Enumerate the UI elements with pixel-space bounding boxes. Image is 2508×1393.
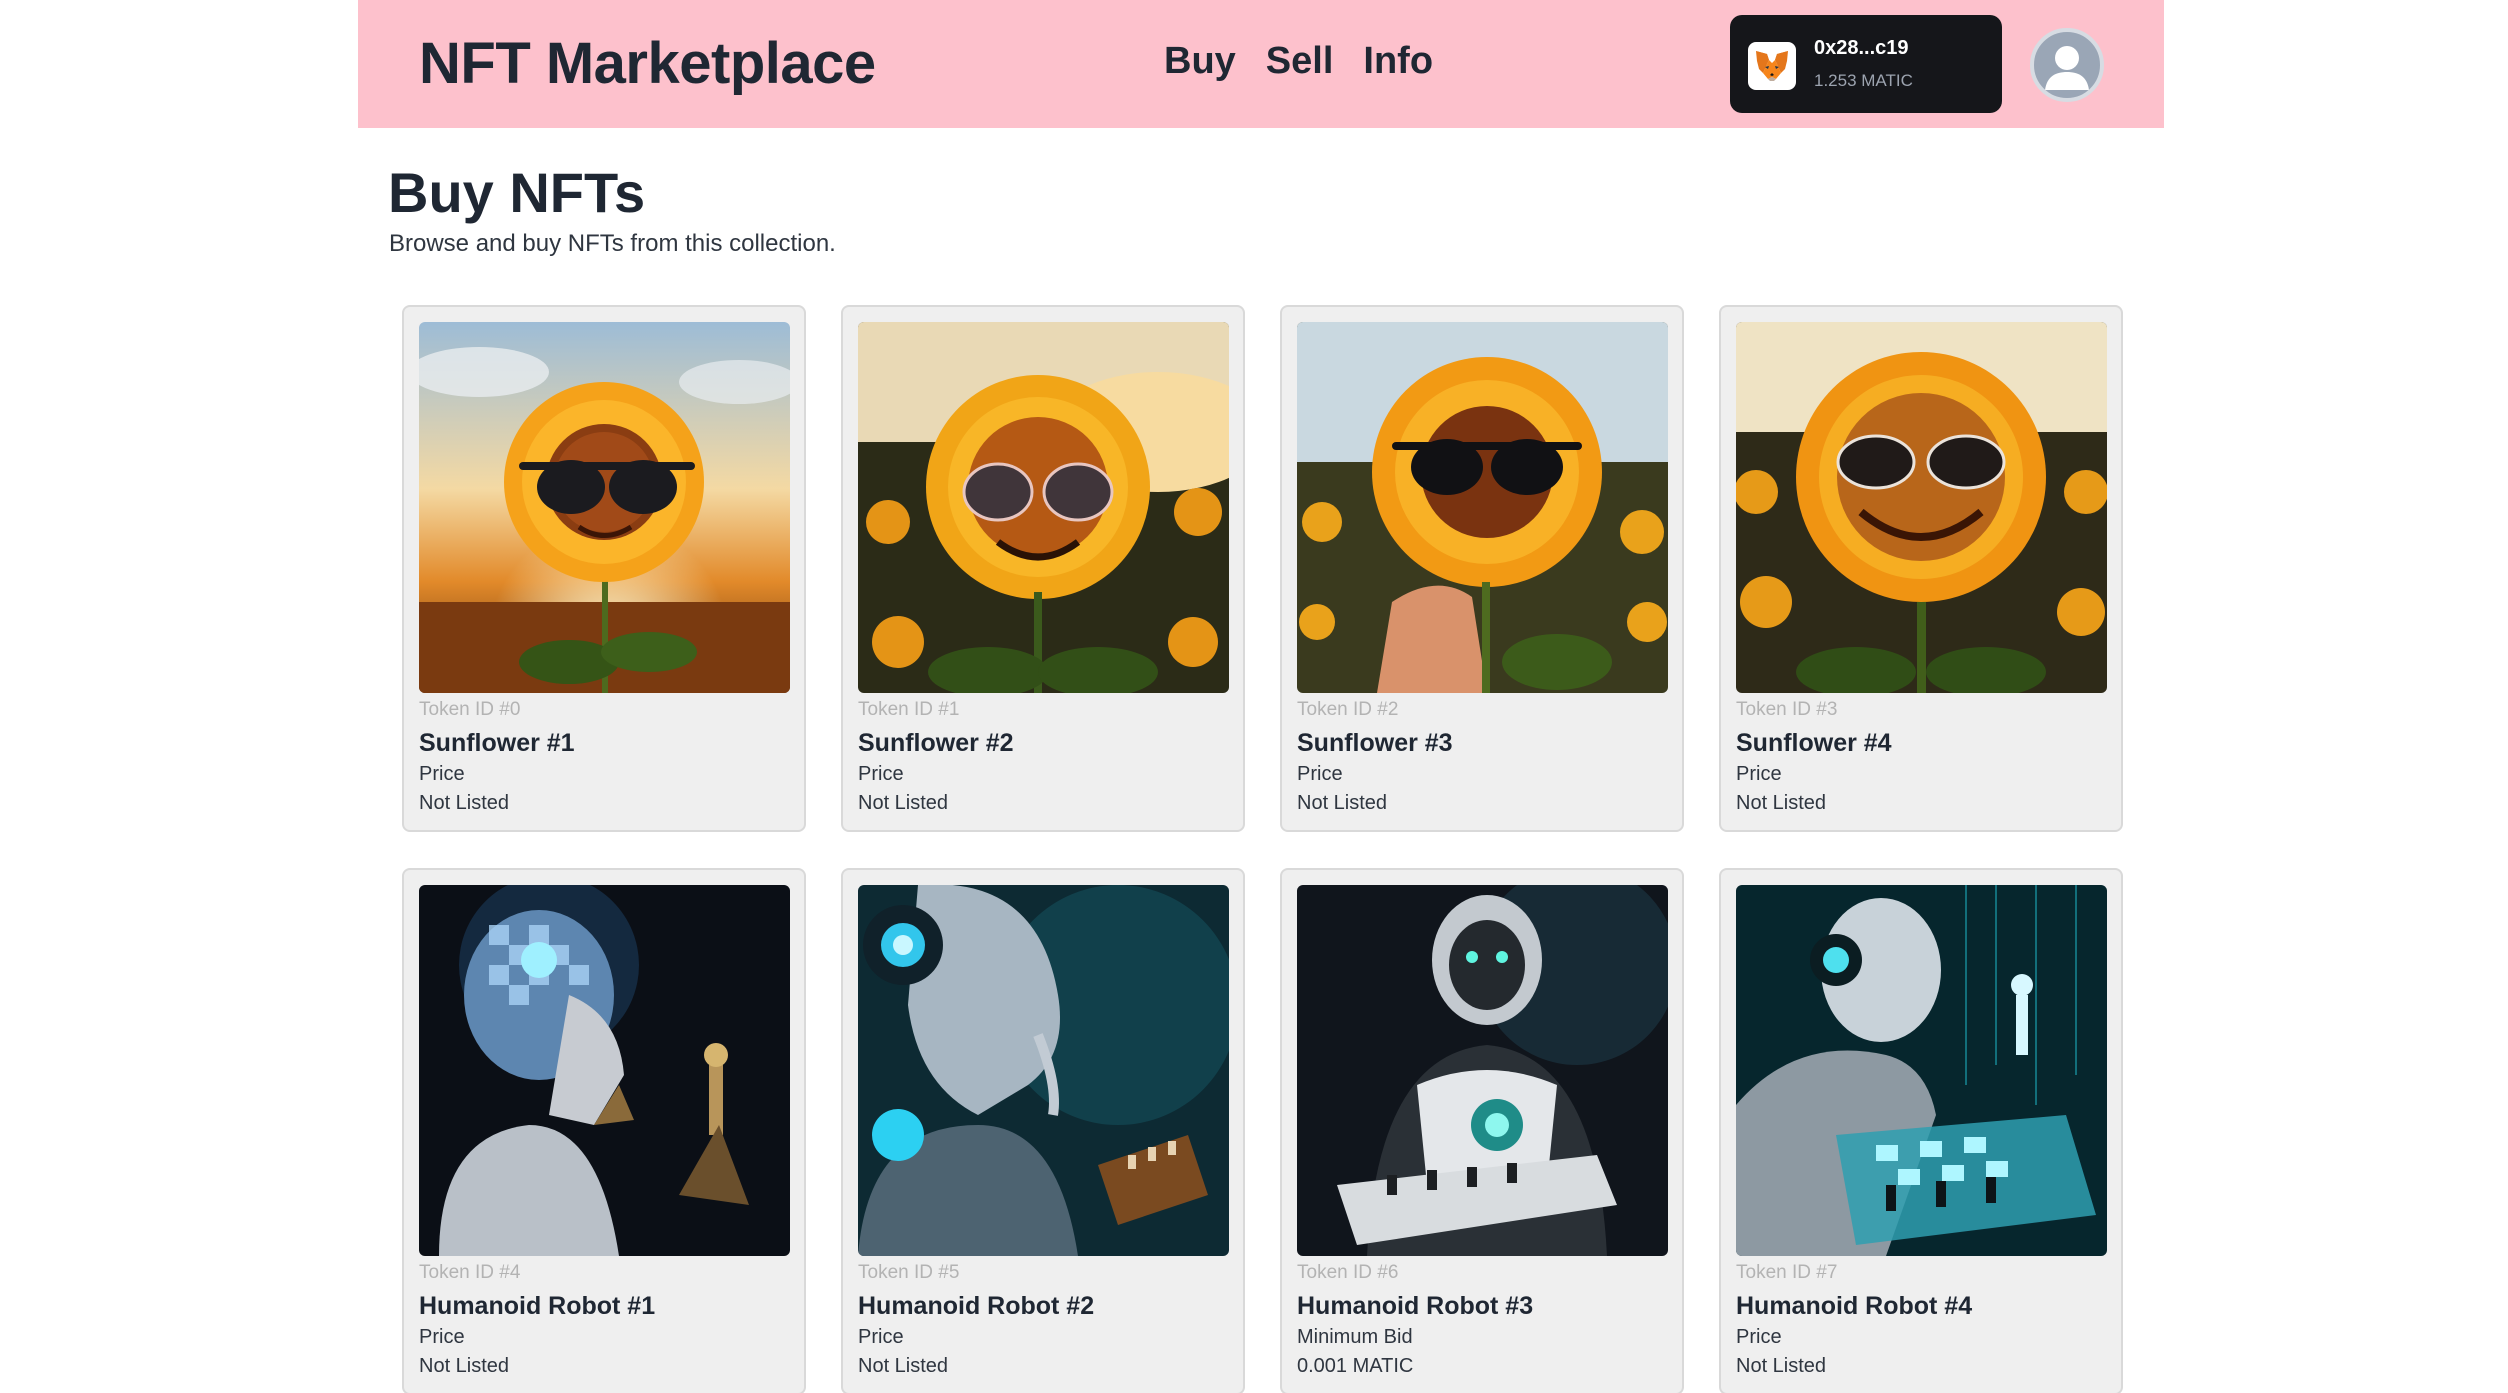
price-value: Not Listed (419, 1355, 510, 1377)
nav-sell-link[interactable]: Sell (1266, 40, 1334, 83)
page-subtitle: Browse and buy NFTs from this collection… (389, 230, 836, 257)
nft-card[interactable]: Token ID #2 Sunflower #3 Price Not Liste… (1280, 305, 1684, 832)
nft-name: Humanoid Robot #4 (1736, 1292, 1973, 1320)
token-id: Token ID #7 (1736, 1262, 1838, 1283)
token-id: Token ID #1 (858, 699, 960, 720)
nft-name: Humanoid Robot #1 (419, 1292, 656, 1320)
wallet-connect-button[interactable]: 0x28...c19 1.253 MATIC (1730, 15, 2002, 113)
nft-image-robot[interactable] (858, 885, 1229, 1256)
price-label: Price (419, 763, 465, 785)
nft-card[interactable]: Token ID #1 Sunflower #2 Price Not Liste… (841, 305, 1245, 832)
nft-name: Sunflower #2 (858, 729, 1014, 757)
price-label: Minimum Bid (1297, 1326, 1413, 1348)
nft-card[interactable]: Token ID #4 Humanoid Robot #1 Price Not … (402, 868, 806, 1393)
wallet-address: 0x28...c19 (1814, 37, 1909, 59)
main-nav: Buy Sell Info (1164, 40, 1433, 83)
price-label: Price (858, 1326, 904, 1348)
nft-card[interactable]: Token ID #0 Sunflower #1 Price Not Liste… (402, 305, 806, 832)
price-value: Not Listed (858, 792, 949, 814)
nav-buy-link[interactable]: Buy (1164, 40, 1236, 83)
price-value: Not Listed (858, 1355, 949, 1377)
nft-image-sunflower[interactable] (419, 322, 790, 693)
nft-name: Sunflower #3 (1297, 729, 1453, 757)
nav-info-link[interactable]: Info (1363, 40, 1433, 83)
nft-image-robot[interactable] (1736, 885, 2107, 1256)
nft-image-sunflower[interactable] (1297, 322, 1668, 693)
price-label: Price (419, 1326, 465, 1348)
nft-card[interactable]: Token ID #5 Humanoid Robot #2 Price Not … (841, 868, 1245, 1393)
price-value: Not Listed (1736, 792, 1827, 814)
metamask-fox-icon (1748, 42, 1796, 90)
page-title: Buy NFTs (388, 161, 646, 224)
user-avatar-icon[interactable] (2030, 28, 2104, 102)
nft-name: Humanoid Robot #3 (1297, 1292, 1534, 1320)
nft-image-robot[interactable] (1297, 885, 1668, 1256)
nft-name: Sunflower #1 (419, 729, 575, 757)
price-label: Price (1297, 763, 1343, 785)
token-id: Token ID #5 (858, 1262, 960, 1283)
wallet-balance: 1.253 MATIC (1814, 71, 1913, 90)
nft-image-robot[interactable] (419, 885, 790, 1256)
nft-card[interactable]: Token ID #7 Humanoid Robot #4 Price Not … (1719, 868, 2123, 1393)
nft-image-sunflower[interactable] (1736, 322, 2107, 693)
price-value: 0.001 MATIC (1297, 1355, 1414, 1377)
token-id: Token ID #0 (419, 699, 521, 720)
brand-title[interactable]: NFT Marketplace (419, 30, 876, 97)
nft-card[interactable]: Token ID #3 Sunflower #4 Price Not Liste… (1719, 305, 2123, 832)
nft-image-sunflower[interactable] (858, 322, 1229, 693)
token-id: Token ID #2 (1297, 699, 1399, 720)
token-id: Token ID #4 (419, 1262, 521, 1283)
nft-name: Humanoid Robot #2 (858, 1292, 1095, 1320)
nft-name: Sunflower #4 (1736, 729, 1892, 757)
nft-card[interactable]: Token ID #6 Humanoid Robot #3 Minimum Bi… (1280, 868, 1684, 1393)
token-id: Token ID #3 (1736, 699, 1838, 720)
price-value: Not Listed (1736, 1355, 1827, 1377)
token-id: Token ID #6 (1297, 1262, 1399, 1283)
price-label: Price (1736, 763, 1782, 785)
price-label: Price (1736, 1326, 1782, 1348)
price-value: Not Listed (419, 792, 510, 814)
price-label: Price (858, 763, 904, 785)
site-header: NFT Marketplace Buy Sell Info 0x28...c19… (358, 0, 2164, 128)
price-value: Not Listed (1297, 792, 1388, 814)
